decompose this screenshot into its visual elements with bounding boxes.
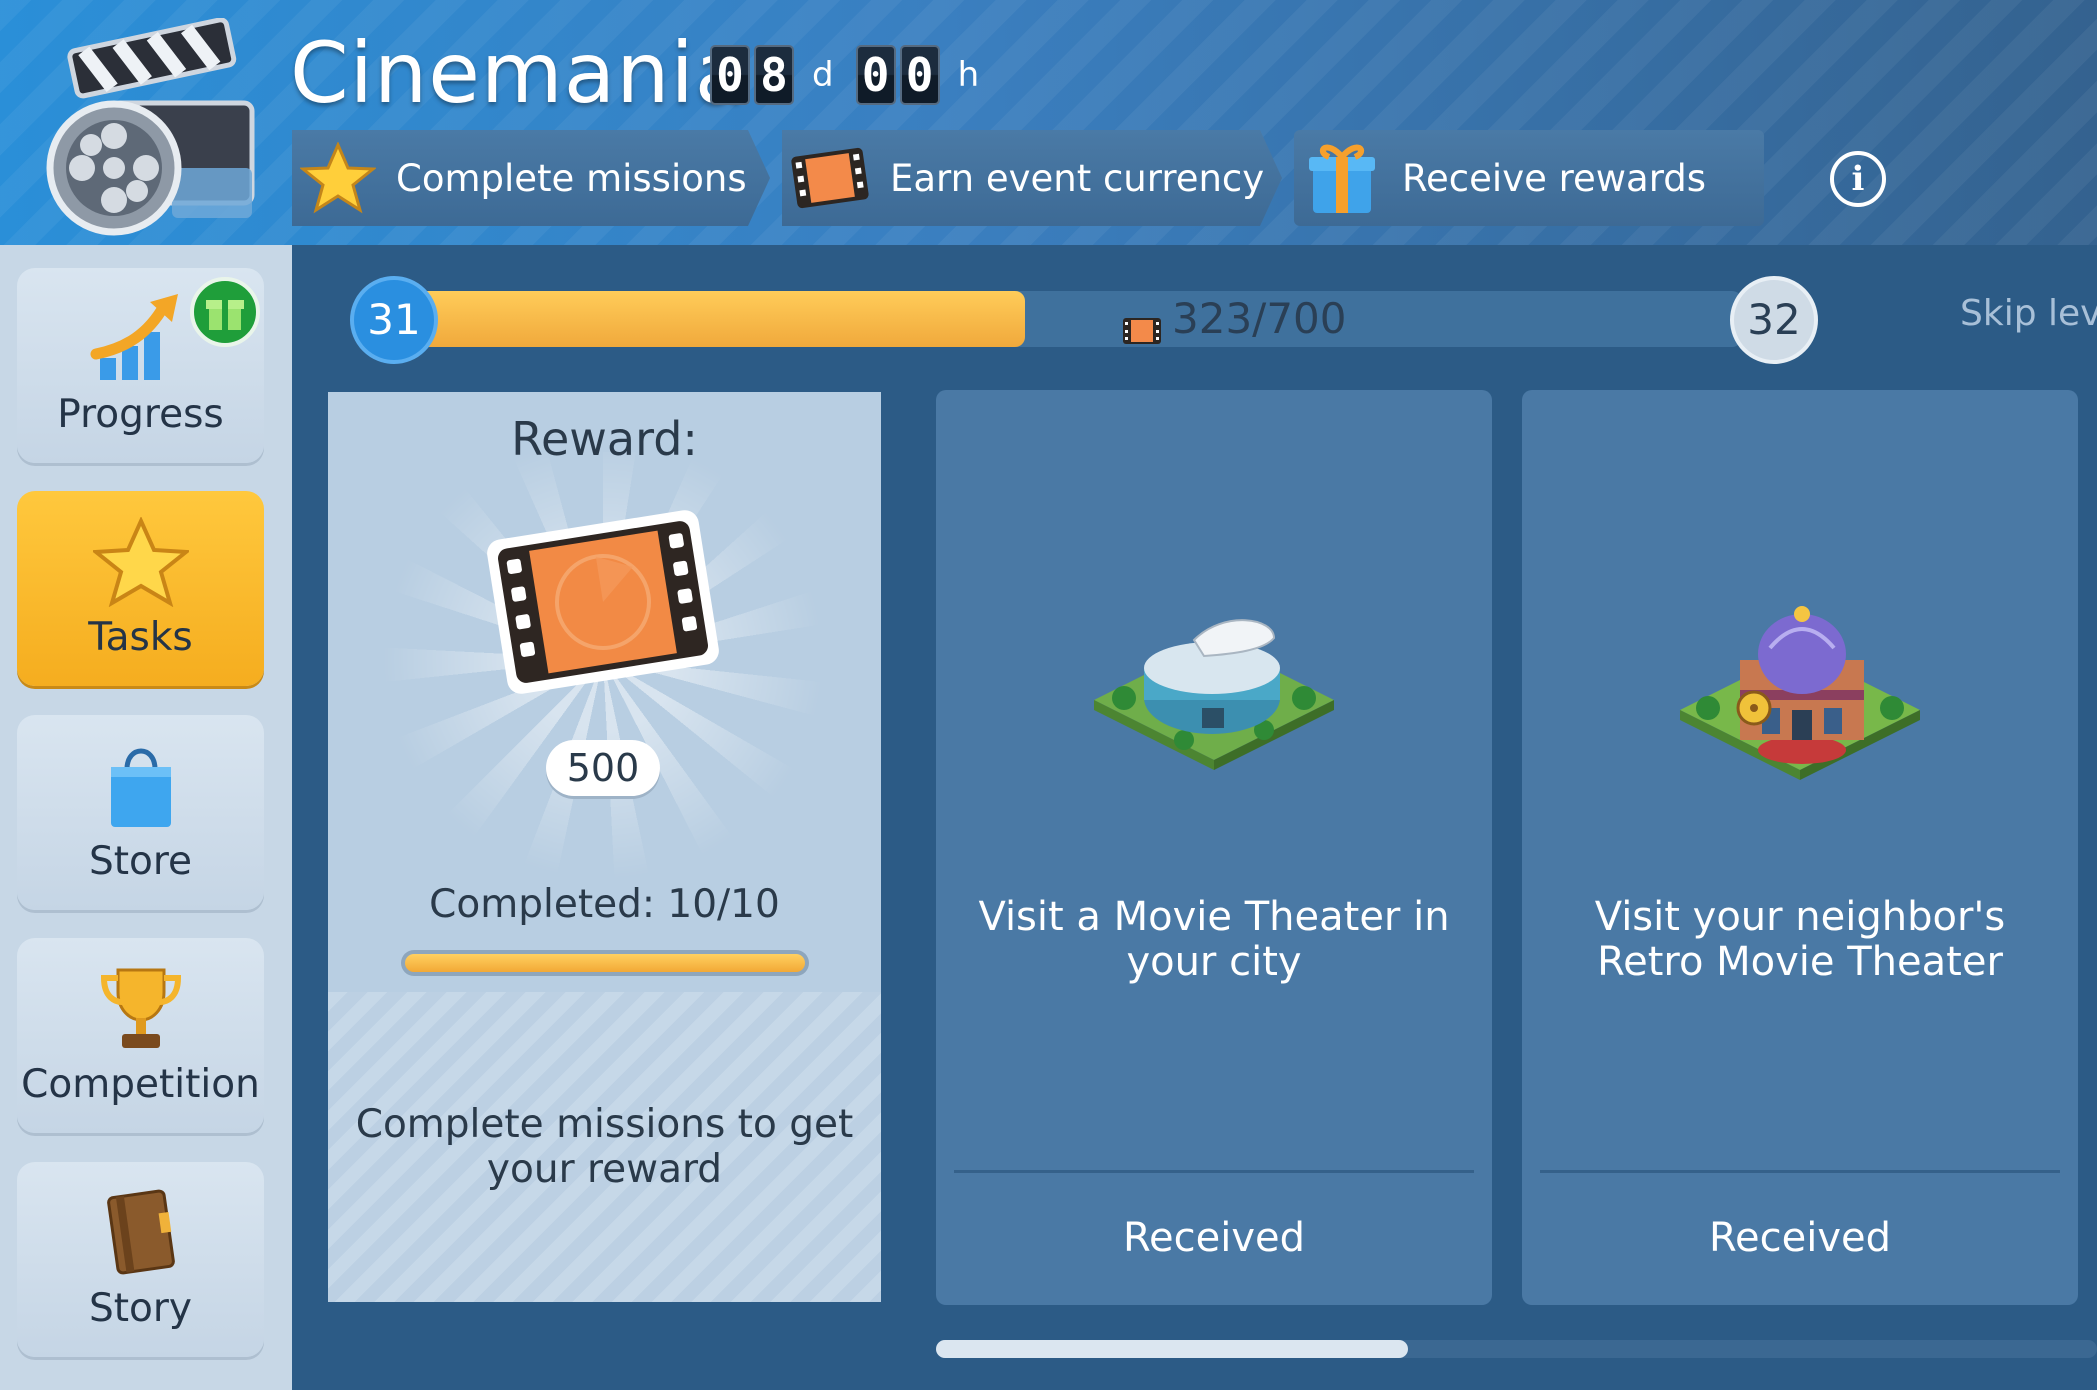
event-header: Cinemania 0 8 d 0 0 h Complete missions …: [0, 0, 2097, 245]
sidebar-item-tasks[interactable]: Tasks: [17, 491, 264, 686]
horizontal-scrollbar[interactable]: [936, 1340, 2097, 1358]
step-receive-rewards: Receive rewards: [1294, 130, 1764, 226]
cinemania-logo-icon: [22, 17, 262, 238]
shopping-bag-icon: [86, 731, 196, 831]
star-icon: [300, 138, 376, 218]
reward-completed-label: Completed: 10/10: [429, 882, 780, 927]
next-level-badge: 32: [1730, 276, 1818, 364]
event-title: Cinemania: [290, 24, 748, 122]
reward-description: Complete missions to get your reward: [355, 1102, 854, 1192]
progress-icon: [86, 284, 196, 384]
sidebar-item-competition[interactable]: Competition: [17, 938, 264, 1133]
level-progress-value: 323/700: [1172, 294, 1347, 343]
divider: [954, 1170, 1474, 1173]
gift-badge-icon: [189, 276, 261, 348]
sidebar-item-story[interactable]: Story: [17, 1162, 264, 1357]
retro-movie-theater-building-icon: [1670, 590, 1930, 790]
event-steps: Complete missions Earn event currency Re…: [292, 130, 1776, 226]
sidebar: Progress Tasks Store Competition Story: [0, 245, 292, 1390]
task-description: Visit a Movie Theater in your city: [978, 894, 1450, 985]
book-icon: [86, 1178, 196, 1278]
timer-days-tens: 0: [710, 45, 750, 105]
step-label: Earn event currency: [890, 156, 1265, 200]
level-progress-bar: 323/700: [412, 291, 1742, 347]
timer-day-unit: d: [812, 55, 834, 95]
sidebar-item-label: Progress: [57, 392, 224, 437]
timer-hours-tens: 0: [855, 45, 896, 105]
reward-title: Reward:: [511, 412, 698, 466]
sidebar-item-label: Tasks: [88, 615, 193, 660]
tasks-panel: 323/700 31 32 Skip lev Reward: 500 Compl…: [292, 245, 2097, 1390]
film-icon: [1122, 304, 1162, 344]
timer-days-ones: 8: [754, 45, 794, 105]
info-button[interactable]: i: [1830, 151, 1886, 207]
event-timer: 0 8 d 0 0 h: [710, 44, 1001, 106]
scrollbar-thumb[interactable]: [936, 1340, 1408, 1358]
reward-footer: Complete missions to get your reward: [328, 992, 881, 1302]
task-card[interactable]: Visit your neighbor's Retro Movie Theate…: [1522, 390, 2078, 1305]
sidebar-item-progress[interactable]: Progress: [17, 268, 264, 463]
trophy-icon: [86, 954, 196, 1054]
timer-hours-ones: 0: [899, 45, 940, 105]
reward-amount: 500: [546, 740, 660, 796]
timer-hour-unit: h: [957, 55, 980, 95]
task-card[interactable]: Visit a Movie Theater in your city Recei…: [936, 390, 1492, 1305]
reward-progress-bar: [401, 950, 809, 976]
reward-progress-fill: [405, 954, 805, 972]
sidebar-item-store[interactable]: Store: [17, 715, 264, 910]
skip-level-button[interactable]: Skip lev: [1960, 293, 2097, 334]
task-description: Visit your neighbor's Retro Movie Theate…: [1594, 894, 2006, 985]
task-status: Received: [1123, 1215, 1305, 1261]
step-earn-currency: Earn event currency: [782, 130, 1282, 226]
reward-card: Reward: 500 Completed: 10/10 Complete mi…: [328, 392, 881, 1302]
sidebar-item-label: Competition: [21, 1062, 260, 1107]
divider: [1540, 1170, 2060, 1173]
film-reel-icon: [478, 502, 728, 702]
step-label: Receive rewards: [1402, 156, 1707, 200]
sidebar-item-label: Store: [88, 839, 193, 884]
level-progress-label: 323/700: [1122, 291, 1346, 347]
sidebar-item-label: Story: [88, 1286, 193, 1331]
task-status: Received: [1709, 1215, 1891, 1261]
step-label: Complete missions: [396, 156, 747, 200]
star-icon: [86, 507, 196, 607]
film-icon: [790, 138, 870, 218]
current-level-badge: 31: [350, 276, 438, 364]
step-complete-missions: Complete missions: [292, 130, 770, 226]
level-progress-fill: [412, 291, 1026, 347]
movie-theater-building-icon: [1084, 590, 1344, 790]
gift-icon: [1302, 138, 1382, 218]
